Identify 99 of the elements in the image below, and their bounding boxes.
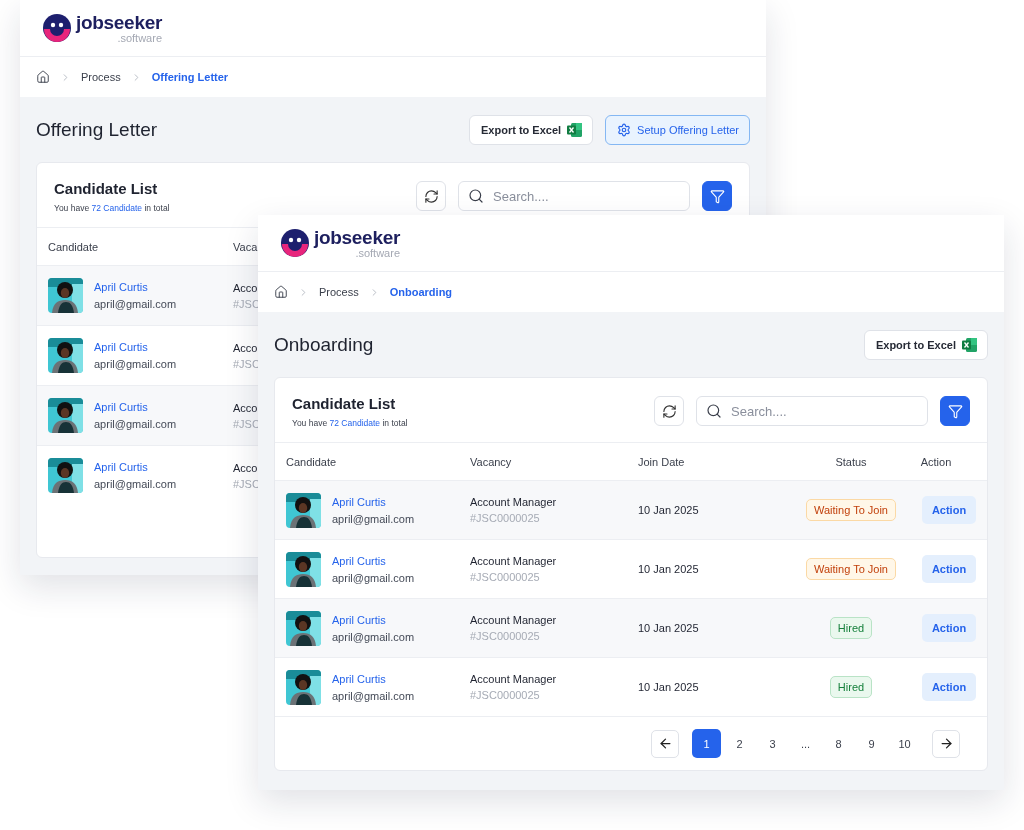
vacancy-name: Acco [233,401,258,414]
status-badge: Waiting To Join [806,558,896,580]
breadcrumb-link[interactable]: Process [81,71,121,83]
filter-button[interactable] [702,181,732,211]
page-title: Offering Letter [36,119,158,141]
column-header: Join Date [638,455,685,468]
page-button[interactable]: 3 [758,729,787,758]
vacancy-code: #JSC [233,477,260,490]
refresh-button[interactable] [416,181,446,211]
logo-name: jobseeker [314,227,401,247]
spreadsheet-icon [962,338,977,352]
card-title: Candidate List [292,394,397,412]
vacancy-name: Account Manager [470,614,557,626]
page-button[interactable]: 10 [890,729,919,758]
search-field[interactable]: Search.... [458,181,690,211]
column-header: Candidate [48,240,99,253]
candidate-name[interactable]: April Curtis [94,341,177,353]
join-date: 10 Jan 2025 [638,504,700,516]
join-date: 10 Jan 2025 [638,622,700,634]
candidate-email: april@gmail.com [332,689,415,702]
refresh-icon [423,188,439,204]
search-icon [468,188,484,204]
vacancy-code: #JSC0000025 [470,512,540,524]
candidate-email: april@gmail.com [94,418,177,430]
candidate-name[interactable]: April Curtis [332,495,415,508]
vacancy-name: Account Manager [470,555,557,567]
candidate-name[interactable]: April Curtis [94,401,177,413]
logo-suffix: .software [355,247,401,259]
breadcrumb-link[interactable]: Onboarding [389,286,453,298]
vacancy-name: Account Manager [470,496,557,508]
join-date: 10 Jan 2025 [638,681,700,693]
export-button[interactable]: Export to Excel [469,115,594,145]
logo-icon [42,13,72,43]
page-button[interactable]: 1 [692,729,721,758]
page-button[interactable]: 8 [824,729,853,758]
candidate-count-link[interactable]: 72 Candidate [329,417,381,428]
refresh-icon [661,403,677,419]
vacancy-name: Acco [233,461,258,474]
column-header: Candidate [286,455,337,468]
candidate-name[interactable]: April Curtis [332,554,415,567]
candidate-summary: You have 72 Candidate in total [54,202,170,213]
breadcrumb-link[interactable]: Process [319,286,359,298]
action-button[interactable]: Action [922,496,976,524]
action-button[interactable]: Action [922,673,976,701]
candidate-name[interactable]: April Curtis [332,613,415,626]
home-icon[interactable] [36,70,50,84]
previous-page-button[interactable] [651,729,679,758]
refresh-button[interactable] [654,396,684,426]
column-header: Vacancy [470,455,512,468]
vacancy-code: #JSC0000025 [470,630,540,642]
candidate-count-link[interactable]: 72 Candidate [91,202,143,213]
candidate-email: april@gmail.com [94,358,177,370]
next-page-button[interactable] [932,729,960,758]
export-button[interactable]: Export to Excel [863,330,988,360]
vacancy-code: #JSC [233,297,260,310]
vacancy-name: Acco [233,341,258,354]
page-button[interactable]: 9 [857,729,886,758]
vacancy-code: #JSC [233,417,260,430]
card-title: Candidate List [54,179,159,197]
page-button[interactable]: 2 [725,729,754,758]
home-icon[interactable] [274,285,288,299]
search-field[interactable]: Search.... [696,396,928,426]
vacancy-code: #JSC0000025 [470,571,540,583]
candidate-email: april@gmail.com [332,571,415,584]
right-arrow-icon [938,736,954,751]
search-icon [706,403,722,419]
action-button[interactable]: Action [922,555,976,583]
gear-icon [617,123,632,137]
action-button[interactable]: Action [922,614,976,642]
logo-icon [280,228,310,258]
logo-suffix: .software [117,32,163,44]
page-button[interactable]: ... [791,729,820,758]
vacancy-name: Account Manager [470,673,557,685]
vacancy-code: #JSC [233,357,260,370]
candidate-email: april@gmail.com [94,478,177,490]
candidate-summary: You have 72 Candidate in total [292,417,408,428]
breadcrumb-link[interactable]: Offering Letter [151,71,229,83]
vacancy-name: Acco [233,281,258,294]
column-header: Status [835,455,867,468]
page-title: Onboarding [274,334,374,356]
filter-icon [947,403,963,419]
candidate-name[interactable]: April Curtis [94,461,177,473]
status-badge: Waiting To Join [806,499,896,521]
setup-button[interactable]: Setup Offering Letter [605,115,750,145]
join-date: 10 Jan 2025 [638,563,700,575]
status-badge: Hired [829,676,873,698]
column-header: Action [920,455,952,468]
spreadsheet-icon [567,123,583,137]
filter-button[interactable] [940,396,970,426]
logo-name: jobseeker [76,12,163,32]
candidate-email: april@gmail.com [332,630,415,643]
vacancy-code: #JSC0000025 [470,689,540,701]
candidate-name[interactable]: April Curtis [94,281,177,293]
status-badge: Hired [829,617,873,639]
candidate-email: april@gmail.com [94,298,177,310]
column-header: Vaca [233,240,258,253]
candidate-name[interactable]: April Curtis [332,672,415,685]
candidate-email: april@gmail.com [332,512,415,525]
filter-icon [709,188,725,204]
